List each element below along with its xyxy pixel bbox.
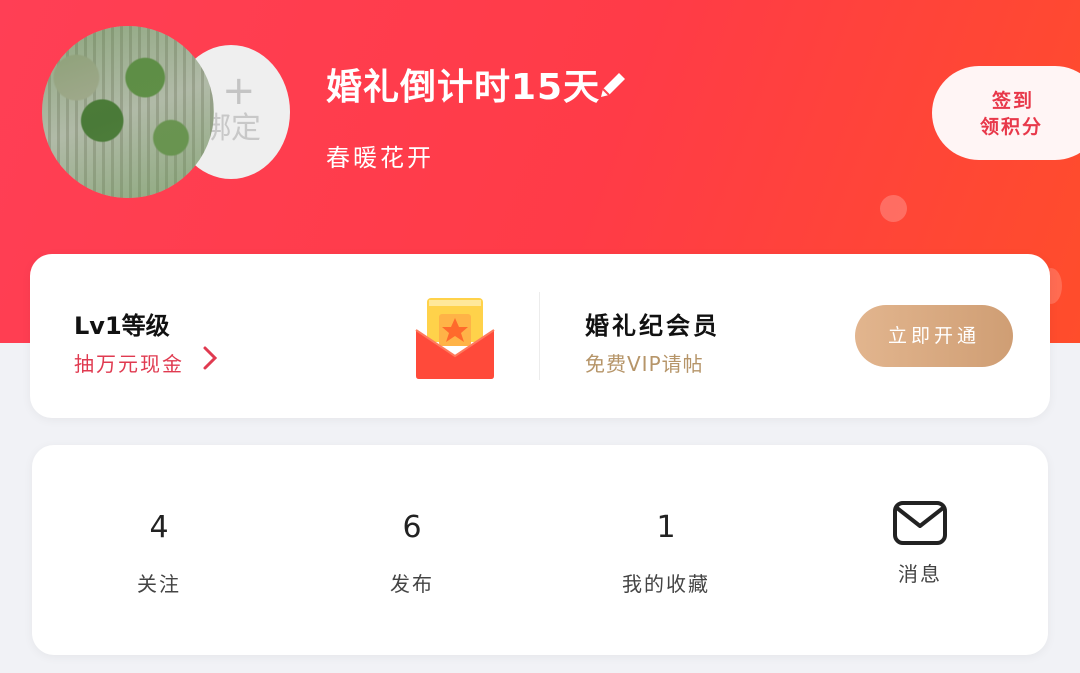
user-avatar[interactable] <box>42 26 214 198</box>
stat-icon-slot <box>840 500 1000 545</box>
decor-bubble <box>880 195 907 222</box>
checkin-label-line2: 领积分 <box>980 116 1044 138</box>
red-envelope-icon <box>415 298 495 379</box>
checkin-label-line1: 签到 <box>992 90 1035 112</box>
divider <box>539 292 540 380</box>
level-sub-link[interactable]: 抽万元现金 <box>74 348 184 377</box>
stat-label: 消息 <box>898 562 942 586</box>
open-membership-button[interactable]: 立即开通 <box>855 305 1013 367</box>
subtitle: 春暖花开 <box>326 144 434 172</box>
membership-card: Lv1等级 抽万元现金 婚礼纪会员 免费VIP请帖 立即开通 <box>30 254 1050 418</box>
stat-value: 1 <box>656 510 676 545</box>
checkin-button[interactable]: 签到 领积分 <box>932 66 1080 160</box>
stat-following[interactable]: 4 关注 <box>79 510 239 597</box>
mail-icon <box>893 501 947 545</box>
vip-sub: 免费VIP请帖 <box>585 352 704 376</box>
stat-messages[interactable]: 消息 <box>840 501 1000 587</box>
level-title[interactable]: Lv1等级 <box>74 306 170 341</box>
chevron-right-icon[interactable] <box>202 345 218 371</box>
stat-published[interactable]: 6 发布 <box>332 510 492 597</box>
stat-favorites[interactable]: 1 我的收藏 <box>586 510 746 597</box>
page-title: 婚礼倒计时15天 <box>326 67 601 108</box>
stats-card: 4 关注 6 发布 1 我的收藏 消息 <box>32 445 1048 655</box>
stat-value: 4 <box>149 510 169 545</box>
stat-label: 我的收藏 <box>622 572 710 596</box>
edit-pencil-icon[interactable] <box>597 69 629 101</box>
stat-label: 关注 <box>137 572 181 596</box>
stat-label: 发布 <box>390 572 434 596</box>
stat-value: 6 <box>402 510 422 545</box>
vip-title: 婚礼纪会员 <box>585 312 720 340</box>
plus-icon: + <box>222 68 256 114</box>
